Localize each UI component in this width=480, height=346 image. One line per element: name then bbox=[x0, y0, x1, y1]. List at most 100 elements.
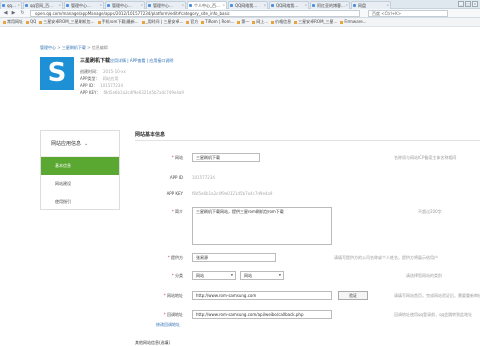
category-sub-select[interactable]: 网站 ▼ bbox=[240, 271, 284, 280]
tab-favicon-icon bbox=[271, 4, 274, 7]
bookmark-label: 三星安卓ROM_三星... bbox=[298, 19, 338, 24]
edit-callback-link[interactable]: 修改回调地址 bbox=[156, 322, 180, 328]
site-url-hint: 请填写网站首页，完成网站验证后，需要重新审核 bbox=[394, 293, 480, 298]
maximize-button[interactable]: □ bbox=[465, 1, 471, 7]
app-meta-row: APP KEY： f8d5e6b1a2c4f9e0321d5b7a4c7d9e4a… bbox=[80, 90, 184, 96]
chevron-down-icon: ⌄ bbox=[84, 141, 89, 147]
app-meta-value: 网站应用 bbox=[102, 76, 119, 81]
tab-close-icon[interactable]: × bbox=[99, 2, 102, 9]
search-input[interactable]: 百度 <Ctrl+K> bbox=[368, 10, 448, 17]
bookmark-item[interactable]: TiRom | Rom... bbox=[201, 18, 234, 26]
reload-icon[interactable]: ↻ bbox=[19, 10, 26, 17]
tab-close-icon[interactable]: × bbox=[17, 2, 20, 9]
bookmark-label: 网上... bbox=[256, 19, 269, 24]
minimize-button[interactable]: _ bbox=[458, 1, 464, 7]
tab-close-icon[interactable]: × bbox=[222, 2, 225, 9]
browser-tab[interactable]: 个人中心_百... × bbox=[187, 1, 227, 9]
app-meta-label: 创建时间： bbox=[80, 69, 100, 74]
category-label: * 分类 bbox=[171, 273, 183, 278]
browser-tab[interactable]: 管理中心... × bbox=[146, 1, 186, 9]
browser-tab[interactable]: 管理中心... × bbox=[105, 1, 145, 9]
breadcrumb-home[interactable]: 管理中心 bbox=[40, 45, 56, 50]
app-links[interactable]: 应用详情 | APP查看 | 应用接口说明 bbox=[110, 58, 173, 64]
forward-icon[interactable]: ▶ bbox=[10, 10, 17, 17]
bookmark-icon bbox=[186, 20, 190, 24]
bookmark-item[interactable]: 常用网址 bbox=[3, 18, 23, 26]
tab-close-icon[interactable]: × bbox=[181, 2, 184, 9]
browser-tab[interactable]: 网盘 × bbox=[351, 1, 391, 9]
bookmark-item[interactable]: 网上... bbox=[252, 18, 268, 26]
browser-tab[interactable]: qq... × bbox=[0, 1, 22, 9]
bookmark-icon bbox=[141, 20, 145, 24]
name-input[interactable]: 三星刷机下载 bbox=[192, 153, 260, 162]
category-hint: 请选择您网站的类别 bbox=[406, 273, 442, 278]
bookmark-item[interactable]: 价格信息 bbox=[271, 18, 291, 26]
tab-favicon-icon bbox=[312, 4, 315, 7]
bookmark-item[interactable]: 官方 bbox=[186, 18, 198, 26]
page-content: 管理中心 > 三星刷机下载 > 信息编辑 S 三星刷机下载 应用详情 | APP… bbox=[0, 27, 480, 345]
tab-close-icon[interactable]: × bbox=[58, 2, 61, 9]
app-meta-row: APP类型： 网站应用 bbox=[80, 76, 119, 82]
app-meta-row: APP ID： 101577234 bbox=[80, 83, 123, 89]
verify-button[interactable]: 验证 bbox=[338, 291, 368, 300]
tab-favicon-icon bbox=[148, 4, 151, 7]
category-main-value: 网站 bbox=[196, 273, 204, 278]
breadcrumb: 管理中心 > 三星刷机下载 > 信息编辑 bbox=[40, 45, 108, 51]
sidebar-item-site-build[interactable]: 网站建设 bbox=[41, 175, 119, 193]
bookmark-label: 官方 bbox=[190, 19, 199, 24]
name-hint: 名称须与网站ICP备案主体名称相同 bbox=[394, 155, 457, 160]
address-bar: ◀ ▶ ↻ open.qq.com/manage/appManage/apps/… bbox=[0, 9, 480, 18]
name-label: * 网站 bbox=[171, 155, 183, 160]
app-meta-value: f8d5e6b1a2c4f9e0321d5b7a4c7d9e4a9 bbox=[103, 90, 184, 95]
tab-label: 网盘 bbox=[358, 3, 366, 8]
tab-favicon-icon bbox=[2, 4, 5, 7]
app-meta-row: 创建时间： 2015-10-xx bbox=[80, 69, 126, 75]
tab-close-icon[interactable]: × bbox=[386, 2, 389, 9]
bookmark-label: TiRom | Rom... bbox=[205, 19, 235, 24]
tab-close-icon[interactable]: × bbox=[263, 2, 266, 9]
desc-textarea[interactable]: 三星刷机下载网站，提供三星rom刷机包rom下载 bbox=[192, 207, 332, 245]
tab-close-icon[interactable]: × bbox=[345, 2, 348, 9]
browser-tab-bar: qq... × qq官网_百... × 管理中心... × 管理中心... × 管理中心... ×… bbox=[0, 0, 480, 9]
provider-input[interactable]: 张易源 bbox=[192, 253, 276, 262]
bookmark-item[interactable]: 三星安卓ROM_三星... bbox=[294, 18, 337, 26]
browser-tab[interactable]: qq官网_百... × bbox=[23, 1, 63, 9]
callback-input[interactable]: http://www.rom-samsung.com/api/weibo/cal… bbox=[192, 310, 332, 319]
tab-close-icon[interactable]: × bbox=[140, 2, 143, 9]
tab-label: 管理中心... bbox=[153, 3, 173, 8]
site-url-input[interactable]: http://www.rom-samsung.com bbox=[192, 291, 332, 300]
sidebar-item-guide[interactable]: 使用指引 bbox=[41, 193, 119, 211]
provider-hint: 请填写提供方的公司名称或个人姓名，提供方将展示给用户 bbox=[334, 255, 438, 260]
url-input[interactable]: open.qq.com/manage/appManage/apps/2012/1… bbox=[30, 10, 360, 17]
section-divider bbox=[135, 140, 480, 141]
bookmark-label: 价格信息 bbox=[275, 19, 292, 24]
bookmark-item[interactable]: 第一 bbox=[237, 18, 249, 26]
bookmark-item[interactable]: 三星安卓ROM_三星刷机包... bbox=[39, 18, 95, 26]
callback-label: * 回调地址 bbox=[163, 312, 183, 317]
browser-tab[interactable]: QQ网络我... × bbox=[228, 1, 268, 9]
tab-favicon-icon bbox=[107, 4, 110, 7]
breadcrumb-app[interactable]: 三星刷机下载 bbox=[62, 45, 86, 50]
browser-tab[interactable]: 管理中心... × bbox=[64, 1, 104, 9]
close-button[interactable]: × bbox=[472, 1, 478, 7]
tab-label: 管理中心... bbox=[71, 3, 91, 8]
bookmark-label: 常用网址 bbox=[7, 19, 23, 24]
bookmark-item[interactable]: QQ bbox=[26, 18, 36, 26]
browser-tab[interactable]: QQ网络我... × bbox=[269, 1, 309, 9]
bookmark-icon bbox=[271, 20, 275, 24]
category-main-select[interactable]: 网站 ▼ bbox=[192, 271, 236, 280]
back-icon[interactable]: ◀ bbox=[2, 10, 9, 17]
bookmark-item[interactable]: Firmware... bbox=[340, 18, 367, 26]
bookmark-item[interactable]: _用时间 | 三星安卓... bbox=[141, 18, 183, 26]
tab-favicon-icon bbox=[189, 4, 192, 7]
breadcrumb-current: > 信息编辑 bbox=[85, 45, 108, 50]
sidebar-header[interactable]: 网站应用信息 ⌄ bbox=[41, 131, 119, 157]
bookmark-icon bbox=[26, 20, 29, 24]
browser-tab[interactable]: 阿红亚的博客... × bbox=[310, 1, 350, 9]
tab-label: 管理中心... bbox=[112, 3, 132, 8]
sidebar-item-basic-info[interactable]: 基本信息 bbox=[41, 157, 119, 175]
bookmarks-bar: 常用网址 QQ 三星安卓ROM_三星刷机包... 手机rom下载|最新... _用时间 … bbox=[0, 18, 480, 27]
bookmark-label: 三星安卓ROM_三星刷机包... bbox=[43, 19, 95, 24]
tab-close-icon[interactable]: × bbox=[304, 2, 307, 9]
bookmark-item[interactable]: 手机rom下载|最新... bbox=[97, 18, 139, 26]
